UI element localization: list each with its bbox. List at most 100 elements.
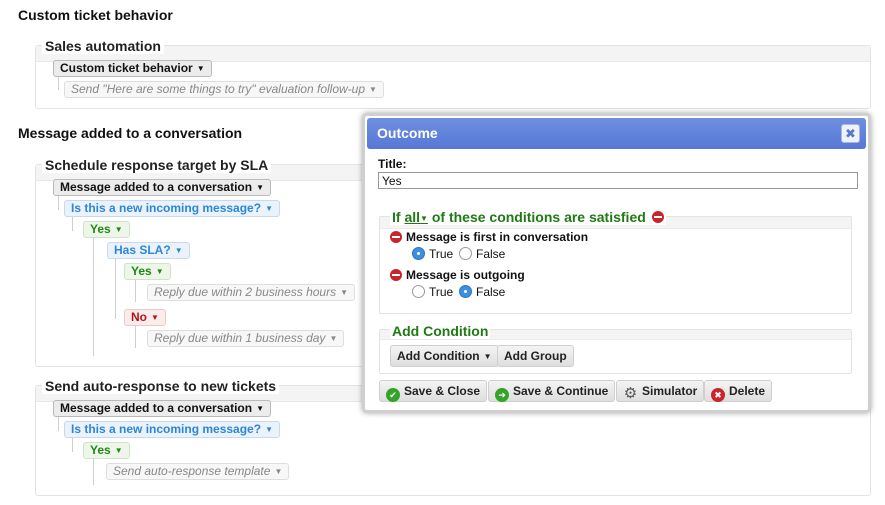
conditions-header: If all▼ of these conditions are satisfie… — [390, 209, 666, 225]
caret-down-icon: ▼ — [420, 214, 428, 223]
sub-branch-yes-label: Yes — [131, 264, 152, 278]
radio-true[interactable] — [412, 247, 425, 260]
add-condition-panel: Add Condition Add Condition ▼ Add Group — [379, 323, 852, 374]
sub-yes-action-dropdown[interactable]: Reply due within 2 business hours ▼ — [147, 284, 356, 301]
caret-down-icon: ▼ — [256, 183, 264, 192]
caret-down-icon: ▼ — [265, 204, 273, 213]
group-title: Send auto-response to new tickets — [42, 378, 280, 394]
tree-connector — [58, 77, 59, 90]
branch-yes-label: Yes — [90, 222, 111, 236]
outcome-dialog: Outcome ✖ Title: If all▼ of these condit… — [362, 113, 871, 413]
add-condition-title: Add Condition — [390, 323, 491, 339]
conditions-mode-dropdown[interactable]: all▼ — [404, 209, 428, 225]
remove-condition-icon[interactable] — [390, 231, 402, 243]
condition-dropdown[interactable]: Is this a new incoming message? ▼ — [64, 421, 280, 438]
check-icon: ✔ — [386, 388, 400, 402]
remove-group-icon[interactable] — [651, 211, 664, 223]
caret-down-icon: ▼ — [114, 225, 123, 234]
caret-down-icon: ▼ — [151, 313, 159, 322]
radio-true[interactable] — [412, 285, 425, 298]
tree-connector — [93, 459, 94, 485]
branch-yes-label: Yes — [90, 443, 111, 457]
save-continue-label: Save & Continue — [513, 384, 609, 398]
trigger-dropdown[interactable]: Message added to a conversation ▼ — [53, 179, 271, 196]
add-group-button-label: Add Group — [504, 349, 567, 363]
radio-false[interactable] — [459, 247, 472, 260]
tree-connector — [135, 280, 136, 302]
caret-down-icon: ▼ — [369, 85, 377, 94]
trigger-dropdown[interactable]: Custom ticket behavior ▼ — [53, 60, 212, 77]
condition-label: Message is outgoing — [406, 268, 525, 282]
caret-down-icon: ▼ — [483, 352, 492, 361]
caret-down-icon: ▼ — [265, 425, 273, 434]
radio-false[interactable] — [459, 285, 472, 298]
caret-down-icon: ▼ — [196, 64, 205, 73]
conditions-prefix: If — [392, 209, 401, 225]
caret-down-icon: ▼ — [155, 267, 164, 276]
sub-condition-label: Has SLA? — [114, 243, 171, 257]
condition-label: Is this a new incoming message? — [71, 422, 262, 436]
tree-connector — [58, 196, 59, 210]
condition-dropdown[interactable]: Is this a new incoming message? ▼ — [64, 200, 280, 217]
condition-label: Message is first in conversation — [406, 230, 589, 244]
tree-connector — [135, 326, 136, 348]
save-close-label: Save & Close — [404, 384, 481, 398]
action-dropdown[interactable]: Send auto-response template ▼ — [106, 463, 290, 480]
caret-down-icon: ▼ — [256, 404, 264, 413]
branch-yes-dropdown[interactable]: Yes ▼ — [83, 442, 130, 459]
tree-connector — [115, 259, 116, 319]
tree-connector — [93, 238, 94, 356]
tree-connector — [58, 417, 59, 431]
section-title-message-added: Message added to a conversation — [18, 125, 243, 141]
action-label: Reply due within 2 business hours — [154, 285, 337, 299]
delete-label: Delete — [729, 384, 766, 398]
trigger-label: Message added to a conversation — [60, 401, 253, 415]
close-icon[interactable]: ✖ — [841, 124, 860, 143]
arrow-right-icon: ➜ — [495, 388, 509, 402]
trigger-dropdown[interactable]: Message added to a conversation ▼ — [53, 400, 271, 417]
workflow-group-sales-automation: Sales automation Custom ticket behavior ▼… — [35, 38, 871, 109]
delete-button[interactable]: ✖ Delete — [704, 380, 773, 402]
sub-branch-no-dropdown[interactable]: No ▼ — [124, 309, 166, 326]
branch-yes-dropdown[interactable]: Yes ▼ — [83, 221, 130, 238]
remove-condition-icon[interactable] — [390, 269, 402, 281]
caret-down-icon: ▼ — [340, 288, 349, 297]
simulator-button[interactable]: ⚙ Simulator — [616, 380, 705, 402]
add-condition-button[interactable]: Add Condition ▼ — [390, 345, 499, 367]
radio-true-label: True — [429, 285, 454, 299]
conditions-panel: If all▼ of these conditions are satisfie… — [379, 209, 852, 314]
group-title: Schedule response target by SLA — [42, 157, 272, 173]
trigger-label: Custom ticket behavior — [60, 61, 193, 75]
sub-branch-yes-dropdown[interactable]: Yes ▼ — [124, 263, 171, 280]
conditions-mode-label: all — [404, 209, 421, 225]
title-input[interactable] — [378, 172, 858, 189]
action-label: Reply due within 1 business day — [154, 331, 326, 345]
action-dropdown[interactable]: Send "Here are some things to try" evalu… — [64, 81, 384, 98]
action-label: Send auto-response template — [113, 464, 271, 478]
simulator-label: Simulator — [642, 384, 698, 398]
radio-true-label: True — [429, 247, 454, 261]
add-condition-button-label: Add Condition — [397, 349, 480, 363]
condition-label: Is this a new incoming message? — [71, 201, 262, 215]
title-field-label: Title: — [378, 157, 407, 171]
sub-no-action-dropdown[interactable]: Reply due within 1 business day ▼ — [147, 330, 345, 347]
tree-connector — [72, 438, 73, 452]
caret-down-icon: ▼ — [174, 246, 183, 255]
dialog-title: Outcome — [377, 125, 438, 141]
gear-icon: ⚙ — [623, 385, 638, 402]
caret-down-icon: ▼ — [274, 467, 283, 476]
section-title-custom-ticket-behavior: Custom ticket behavior — [18, 7, 173, 23]
dialog-header: Outcome ✖ — [367, 118, 866, 149]
add-group-button[interactable]: Add Group — [497, 345, 574, 367]
tree-connector — [72, 217, 73, 231]
group-title: Sales automation — [42, 38, 164, 54]
conditions-suffix: of these conditions are satisfied — [431, 209, 646, 225]
save-continue-button[interactable]: ➜ Save & Continue — [488, 380, 616, 402]
sub-condition-dropdown[interactable]: Has SLA? ▼ — [107, 242, 190, 259]
caret-down-icon: ▼ — [329, 334, 338, 343]
save-close-button[interactable]: ✔ Save & Close — [379, 380, 488, 402]
radio-false-label: False — [476, 247, 506, 261]
caret-down-icon: ▼ — [114, 446, 123, 455]
sub-branch-no-label: No — [131, 310, 147, 324]
action-label: Send "Here are some things to try" evalu… — [71, 82, 366, 96]
